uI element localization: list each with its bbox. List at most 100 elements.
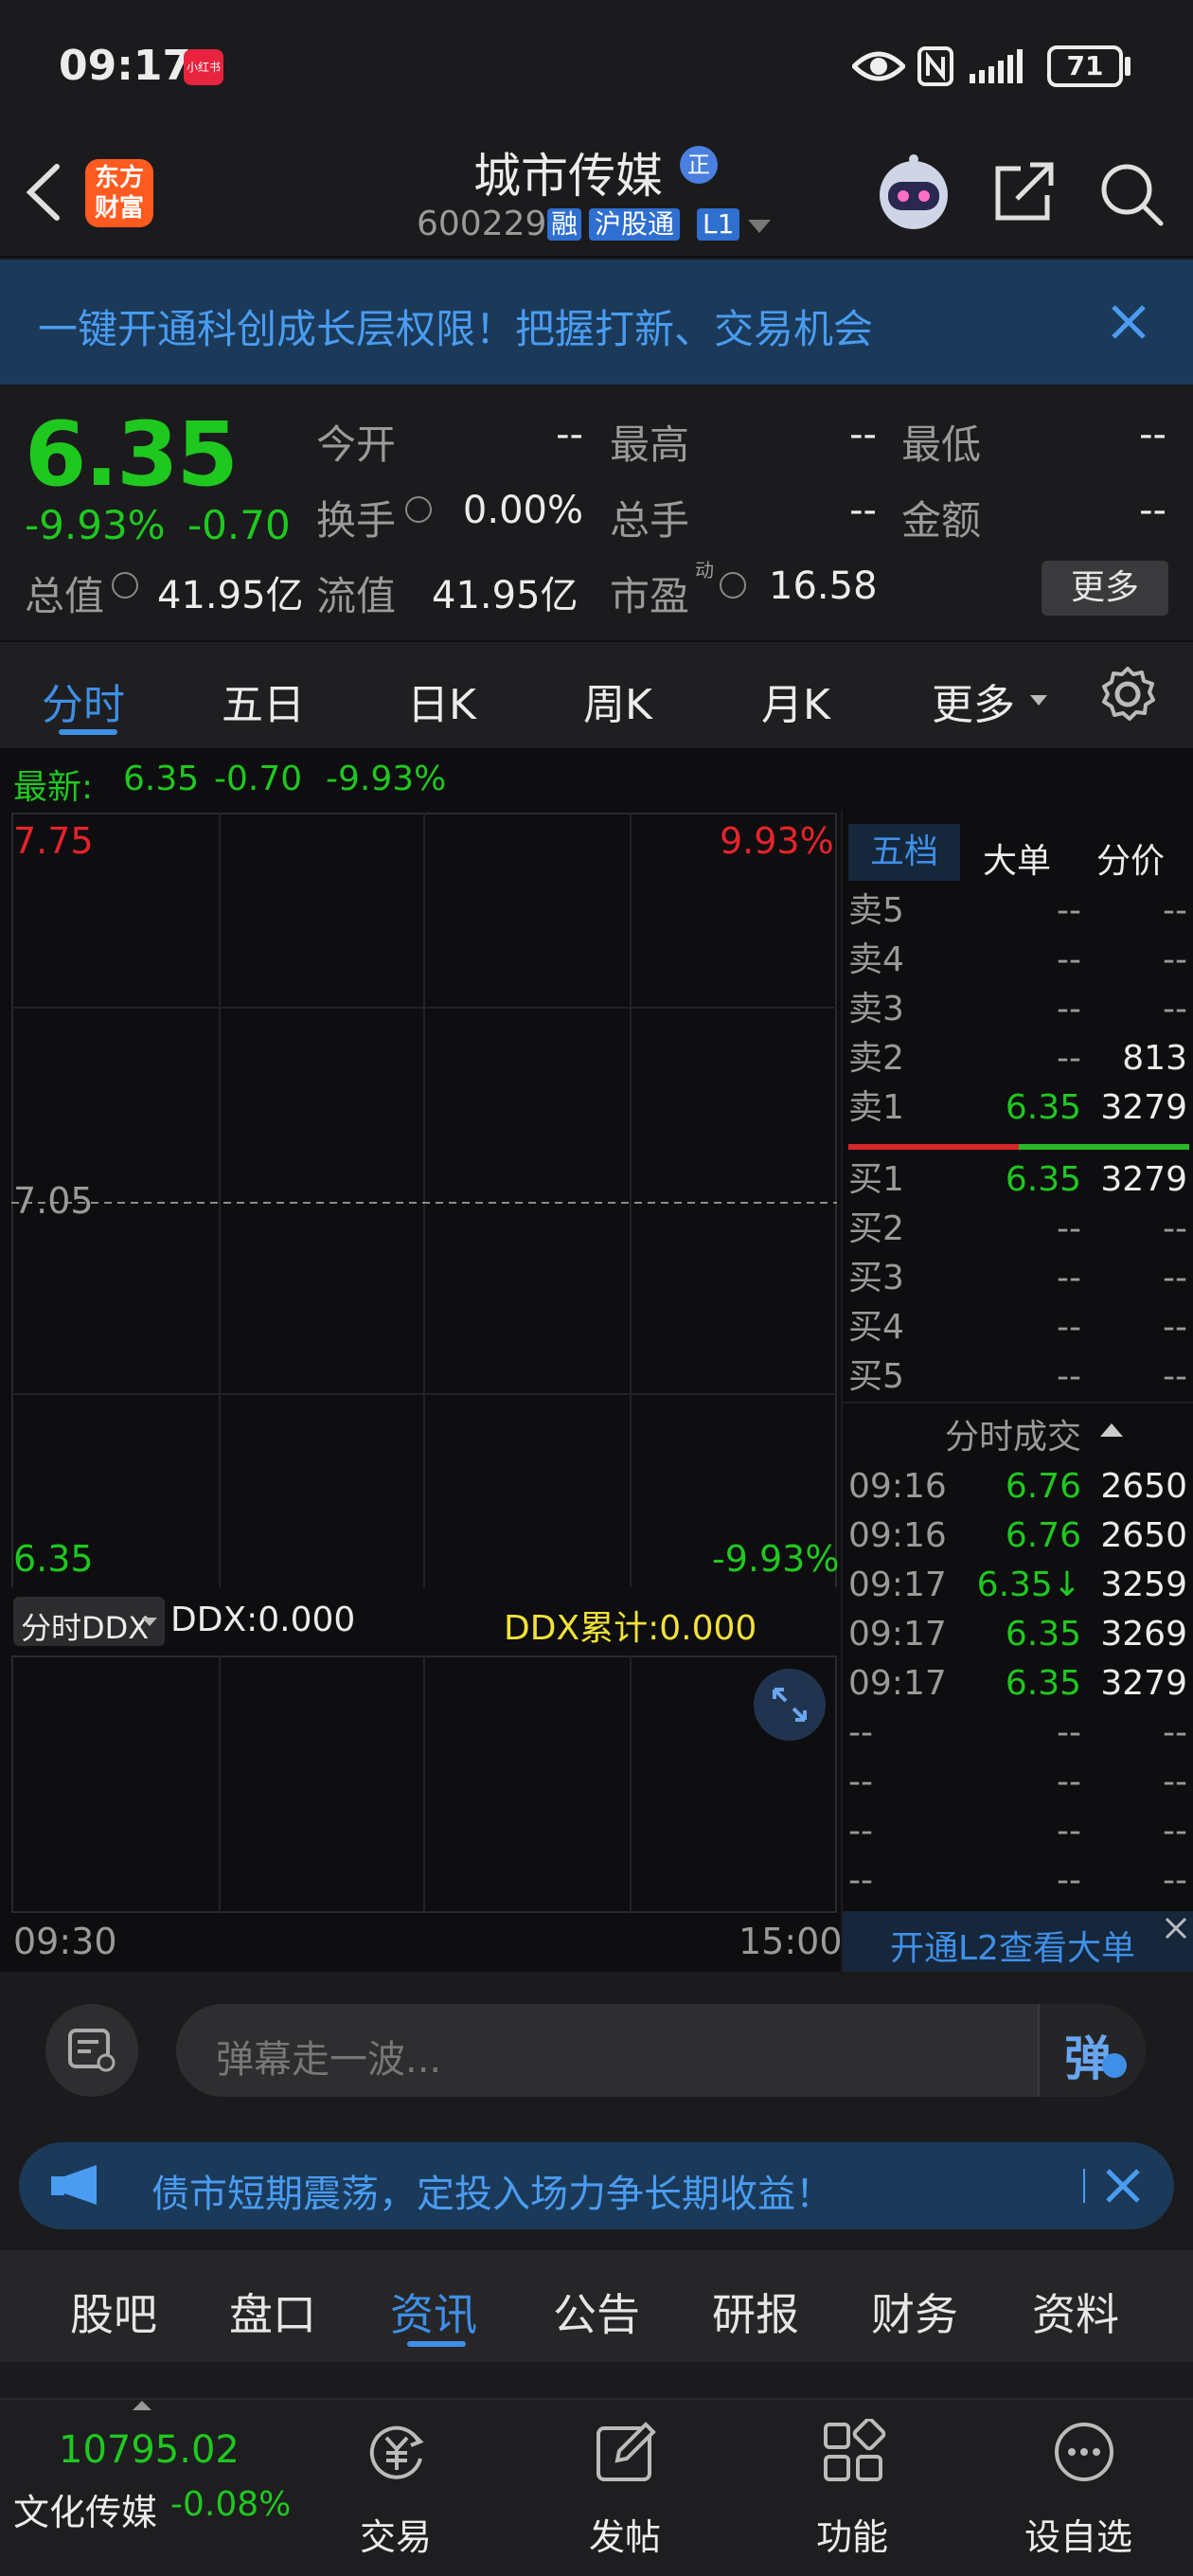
stock-code: 600229 [417, 205, 547, 243]
tab-finance[interactable]: 财务 [871, 2281, 958, 2343]
signal-icon [970, 47, 1036, 85]
notice-banner[interactable]: 债市短期震荡，定投入场力争长期收益！ [19, 2142, 1174, 2229]
tab-five-levels[interactable]: 五档 [848, 824, 960, 881]
tick-price: 6.76 [1005, 1467, 1081, 1506]
tab-pankou[interactable]: 盘口 [229, 2281, 316, 2343]
index-value[interactable]: 10795.02 [59, 2428, 240, 2472]
tab-research[interactable]: 研报 [712, 2281, 799, 2343]
latest-price: 6.35 [123, 760, 200, 798]
ask-level-row: 卖2 -- 813 [843, 1034, 1193, 1083]
tag-rong: 融 [547, 208, 582, 241]
notice-divider [1083, 2169, 1085, 2203]
level-label: 卖1 [848, 1088, 904, 1127]
bid-level-row: 买4 -- -- [843, 1303, 1193, 1352]
tab-profile[interactable]: 资料 [1032, 2281, 1119, 2343]
tick-volume: -- [1163, 1713, 1187, 1752]
content-tab-indicator [407, 2341, 466, 2347]
change-percent: -9.93% [25, 502, 166, 548]
y-axis-bottom: 6.35 [13, 1538, 94, 1580]
level-price: -- [1057, 1308, 1081, 1347]
gear-icon[interactable] [1098, 665, 1157, 724]
share-icon[interactable] [992, 161, 1057, 224]
value-turnover: 0.00% [462, 489, 583, 532]
expand-chart-button[interactable] [754, 1669, 826, 1741]
close-icon[interactable] [1110, 303, 1148, 341]
level-price: -- [1057, 1209, 1081, 1248]
level-volume: -- [1163, 1308, 1187, 1347]
more-dots-icon [1055, 2423, 1113, 2481]
level-volume: 3279 [1100, 1160, 1187, 1199]
nav-trade-label: 交易 [360, 2516, 433, 2558]
brand-logo[interactable]: 东方 财富 [85, 159, 153, 227]
ticks-header[interactable]: 分时成交 [843, 1402, 1193, 1457]
tab-more[interactable]: 更多 [932, 671, 1015, 731]
level-label: 卖5 [848, 891, 904, 930]
tick-time: -- [848, 1713, 873, 1752]
tab-announcement[interactable]: 公告 [553, 2281, 640, 2343]
tab-month-k[interactable]: 月K [761, 671, 830, 731]
robot-assistant-icon[interactable] [873, 153, 954, 233]
tab-news[interactable]: 资讯 [390, 2281, 477, 2343]
back-icon[interactable] [23, 161, 64, 224]
promo-banner[interactable]: 一键开通科创成长层权限！把握打新、交易机会 [0, 259, 1193, 385]
ticks-title: 分时成交 [945, 1418, 1082, 1457]
tick-row: -- -- -- [843, 1708, 1193, 1758]
nav-watchlist-settings[interactable]: 设自选 [1023, 2409, 1146, 2561]
tab-five-day[interactable]: 五日 [222, 671, 305, 731]
tab-guba[interactable]: 股吧 [70, 2281, 157, 2343]
more-button[interactable]: 更多 [1042, 561, 1168, 616]
danmu-send-button[interactable]: 弹 [1038, 2004, 1146, 2097]
nav-functions[interactable]: 功能 [807, 2409, 901, 2561]
level-price: -- [1057, 1039, 1081, 1078]
tick-row: 09:17 6.35 3279 [843, 1659, 1193, 1708]
index-name[interactable]: 文化传媒 [13, 2483, 157, 2535]
danmu-send-label: 弹 [1064, 2031, 1112, 2086]
status-bar: 09:17 小红书 71 [0, 0, 1193, 133]
tick-volume: -- [1163, 1762, 1187, 1801]
tick-row: -- -- -- [843, 1758, 1193, 1807]
ddx-selector-label: 分时DDX [21, 1610, 150, 1646]
info-icon[interactable] [405, 496, 432, 523]
tab-price-dist[interactable]: 分价 [1096, 833, 1165, 883]
value-total-value: 41.95亿 [157, 574, 304, 617]
l2-upgrade-bar[interactable]: 开通L2查看大单 [843, 1911, 1193, 1972]
nav-trade[interactable]: 交易 [350, 2409, 445, 2561]
tab-day-k[interactable]: 日K [407, 671, 476, 731]
latest-change: -0.70 [214, 760, 303, 798]
bid-level-row: 买3 -- -- [843, 1254, 1193, 1303]
search-icon[interactable] [1098, 161, 1165, 227]
ddx-chart[interactable] [0, 1655, 841, 1915]
change-amount: -0.70 [187, 502, 291, 548]
close-icon[interactable] [1104, 2167, 1142, 2205]
bottom-nav: 10795.02 文化传媒 -0.08% 交易 发帖 功能 设自选 [0, 2398, 1193, 2576]
danmu-placeholder: 弹幕走一波... [216, 2038, 442, 2082]
y-axis-top: 7.75 [13, 820, 94, 862]
nav-post[interactable]: 发帖 [579, 2409, 674, 2561]
latest-pct: -9.93% [326, 760, 447, 798]
danmu-settings-button[interactable] [45, 2004, 138, 2097]
dropdown-triangle-icon[interactable] [748, 220, 771, 235]
brand-logo-line1: 东方 [94, 164, 144, 192]
tab-fenshi[interactable]: 分时 [42, 671, 125, 731]
intraday-chart[interactable]: 7.75 9.93% 7.05 6.35 -9.93% [0, 811, 841, 1587]
tick-volume: 2650 [1100, 1467, 1187, 1506]
tick-time: 09:16 [848, 1516, 947, 1555]
info-icon[interactable] [112, 572, 138, 599]
tick-volume: -- [1163, 1812, 1187, 1851]
tab-week-k[interactable]: 周K [583, 671, 652, 731]
label-total-value: 总值 [25, 573, 105, 619]
danmu-input[interactable]: 弹幕走一波... 弹 [176, 2004, 1146, 2097]
nav-watchlist-settings-label: 设自选 [1024, 2516, 1133, 2558]
index-change[interactable]: -0.08% [170, 2485, 291, 2524]
tick-price: 6.76 [1005, 1516, 1081, 1555]
tab-big-orders[interactable]: 大单 [983, 833, 1051, 883]
content-tab-bar: 股吧 盘口 资讯 公告 研报 财务 资料 [0, 2250, 1193, 2362]
status-time: 09:17 [59, 42, 192, 90]
info-icon[interactable] [720, 572, 746, 599]
close-icon[interactable] [1163, 1915, 1189, 1941]
level-volume: -- [1163, 1259, 1187, 1297]
value-open: -- [556, 413, 583, 456]
ddx-selector[interactable]: 分时DDX [13, 1597, 165, 1646]
check-icon [1102, 2053, 1127, 2078]
level-volume: -- [1163, 940, 1187, 979]
